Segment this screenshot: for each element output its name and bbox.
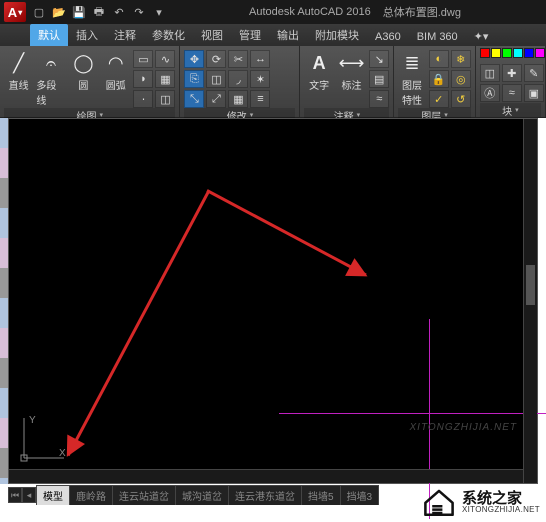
brand-name-en: XITONGZHIJIA.NET (462, 506, 540, 514)
panel-annotation: A文字 ⟷标注 ↘ ▤ ≈ 注释 (300, 46, 394, 117)
app-menu-button[interactable]: A (4, 2, 26, 22)
horizontal-scrollbar[interactable] (9, 469, 523, 483)
draw-hatch-icon[interactable]: ▦ (155, 70, 175, 88)
brand-name-cn: 系统之家 (462, 491, 540, 506)
tab-nav-prev-icon[interactable]: ◂ (22, 487, 36, 503)
qat-redo-icon[interactable]: ↷ (130, 3, 148, 21)
layer-lock-icon[interactable]: 🔒 (429, 70, 449, 88)
panel-layers: ≣图层 特性 ◐ ❄ 🔒 ◎ ✓ ↺ 图层 (394, 46, 476, 117)
layout-tab-4[interactable]: 连云港东道岔 (228, 485, 302, 505)
draw-ellipse-icon[interactable]: ◗ (133, 70, 153, 88)
cursor-crosshair-horizontal (279, 413, 546, 414)
block-insert-icon[interactable]: ◫ (480, 64, 500, 82)
panel-block: ◫ ✚ ✎ Ⓐ ≈ ▣ 块 (476, 46, 546, 117)
block-attr-icon[interactable]: Ⓐ (480, 84, 500, 102)
array-icon[interactable]: ▦ (228, 90, 248, 108)
tab-view[interactable]: 视图 (193, 24, 231, 46)
draw-point-icon[interactable]: ⋅ (133, 90, 153, 108)
qat-save-icon[interactable]: 💾 (70, 3, 88, 21)
color-palette[interactable] (480, 48, 545, 58)
tab-output[interactable]: 输出 (269, 24, 307, 46)
polyline-button[interactable]: 𝄐多段线 (36, 48, 65, 107)
tab-manage[interactable]: 管理 (231, 24, 269, 46)
scale-icon[interactable]: ⤢ (206, 90, 226, 108)
mirror-icon[interactable]: ◫ (206, 70, 226, 88)
qat-open-icon[interactable]: 📂 (50, 3, 68, 21)
layer-iso-icon[interactable]: ◎ (451, 70, 471, 88)
panel-modify: ✥ ⟳ ✂ ↔ ⎘ ◫ ◞ ✶ ⤡ ⤢ ▦ ≡ 修改 (180, 46, 300, 117)
site-brand: 系统之家 XITONGZHIJIA.NET (422, 482, 540, 522)
watermark: XITONGZHIJIA.NET (410, 422, 518, 433)
stretch-icon[interactable]: ⤡ (184, 90, 204, 108)
vertical-scrollbar[interactable] (523, 119, 537, 483)
layout-tab-strip: ⏮ ◂ 模型 鹿岭路 连云站道岔 城沟道岔 连云港东道岔 挡墙5 挡墙3 (8, 486, 378, 504)
layout-tab-5[interactable]: 挡墙5 (301, 485, 341, 505)
block-create-icon[interactable]: ✚ (502, 64, 522, 82)
tab-addins[interactable]: 附加模块 (307, 24, 367, 46)
copy-icon[interactable]: ⎘ (184, 70, 204, 88)
qat-new-icon[interactable]: ▢ (30, 3, 48, 21)
block-edit-icon[interactable]: ✎ (524, 64, 544, 82)
line-button[interactable]: ╱直线 (4, 48, 33, 92)
drawing-viewport[interactable]: Y X XITONGZHIJIA.NET (8, 118, 538, 484)
move-icon[interactable]: ✥ (184, 50, 204, 68)
panel-block-title[interactable]: 块 (480, 103, 541, 117)
quick-access-toolbar: ▢ 📂 💾 🖶 ↶ ↷ ▾ (30, 3, 168, 21)
layout-tab-6[interactable]: 挡墙3 (340, 485, 380, 505)
model-tab[interactable]: 模型 (36, 485, 70, 505)
layout-tab-1[interactable]: 鹿岭路 (69, 485, 113, 505)
annotation-arrow-1 (206, 189, 366, 276)
layout-tab-3[interactable]: 城沟道岔 (175, 485, 229, 505)
svg-text:X: X (59, 448, 66, 459)
draw-region-icon[interactable]: ◫ (155, 90, 175, 108)
text-button[interactable]: A文字 (304, 48, 333, 92)
layout-tab-2[interactable]: 连云站道岔 (112, 485, 176, 505)
tab-a360[interactable]: A360 (367, 28, 409, 46)
tab-featured[interactable]: ✦▾ (466, 27, 497, 46)
draw-spline-icon[interactable]: ∿ (155, 50, 175, 68)
block-group-icon[interactable]: ▣ (524, 84, 544, 102)
tab-annotate[interactable]: 注释 (106, 24, 144, 46)
leader-icon[interactable]: ↘ (369, 50, 389, 68)
tab-nav-first-icon[interactable]: ⏮ (8, 487, 22, 503)
svg-text:Y: Y (29, 415, 36, 426)
tab-default[interactable]: 默认 (30, 24, 68, 46)
qat-more-icon[interactable]: ▾ (150, 3, 168, 21)
tab-parametric[interactable]: 参数化 (144, 24, 193, 46)
layer-freeze-icon[interactable]: ❄ (451, 50, 471, 68)
annotation-arrow-2 (67, 190, 210, 456)
tab-insert[interactable]: 插入 (68, 24, 106, 46)
table-icon[interactable]: ▤ (369, 70, 389, 88)
dimension-button[interactable]: ⟷标注 (337, 48, 366, 92)
arc-button[interactable]: ◠圆弧 (101, 48, 130, 92)
layer-off-icon[interactable]: ◐ (429, 50, 449, 68)
panel-draw: ╱直线 𝄐多段线 ◯圆 ◠圆弧 ▭ ∿ ◗ ▦ ⋅ ◫ 绘图 (0, 46, 180, 117)
qat-print-icon[interactable]: 🖶 (90, 3, 108, 21)
circle-button[interactable]: ◯圆 (69, 48, 98, 92)
extend-icon[interactable]: ↔ (250, 50, 270, 68)
draw-rect-icon[interactable]: ▭ (133, 50, 153, 68)
layer-properties-button[interactable]: ≣图层 特性 (398, 48, 426, 107)
brand-logo-icon (422, 487, 456, 517)
qat-undo-icon[interactable]: ↶ (110, 3, 128, 21)
cloud-icon[interactable]: ≈ (369, 90, 389, 108)
app-title: Autodesk AutoCAD 2016 (249, 6, 371, 18)
ucs-icon: Y X (19, 413, 69, 463)
offset-icon[interactable]: ≡ (250, 90, 270, 108)
explode-icon[interactable]: ✶ (250, 70, 270, 88)
trim-icon[interactable]: ✂ (228, 50, 248, 68)
title-bar: A ▢ 📂 💾 🖶 ↶ ↷ ▾ Autodesk AutoCAD 2016 总体… (0, 0, 546, 24)
left-gutter (0, 118, 8, 484)
layer-prev-icon[interactable]: ↺ (451, 90, 471, 108)
fillet-icon[interactable]: ◞ (228, 70, 248, 88)
layer-match-icon[interactable]: ✓ (429, 90, 449, 108)
block-match-icon[interactable]: ≈ (502, 84, 522, 102)
ribbon: ╱直线 𝄐多段线 ◯圆 ◠圆弧 ▭ ∿ ◗ ▦ ⋅ ◫ 绘图 ✥ ⟳ ✂ ↔ ⎘… (0, 46, 546, 118)
tab-bim360[interactable]: BIM 360 (409, 28, 466, 46)
doc-title: 总体布置图.dwg (383, 4, 461, 20)
ribbon-tab-strip: 默认 插入 注释 参数化 视图 管理 输出 附加模块 A360 BIM 360 … (0, 24, 546, 46)
rotate-icon[interactable]: ⟳ (206, 50, 226, 68)
